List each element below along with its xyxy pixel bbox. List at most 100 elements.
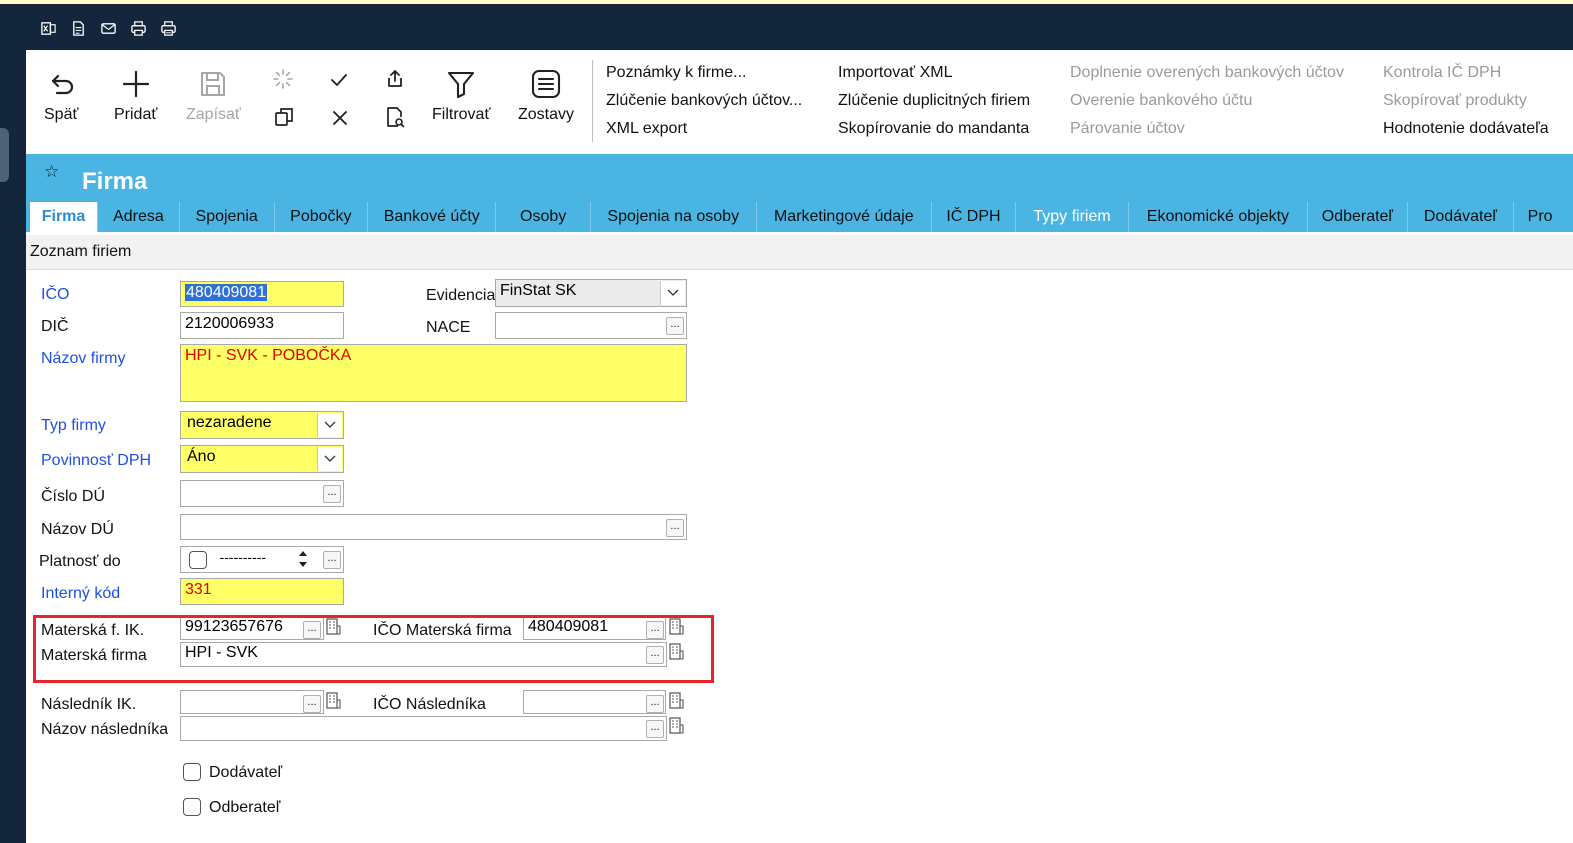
import-xml-link[interactable]: Importovať XML — [838, 64, 952, 82]
typ-firmy-select[interactable]: nezaradene — [180, 411, 344, 439]
ribbon-toolbar: Späť Pridať Zapísať Filtrovať Zostavy Po… — [26, 50, 1573, 154]
tab-pro[interactable]: Pro — [1514, 202, 1573, 232]
highlight-annotation-box — [33, 615, 714, 683]
dic-input[interactable]: 2120006933 — [180, 312, 344, 339]
cislo-du-browse-button[interactable]: ... — [323, 485, 341, 503]
ico-naslednika-browse-button[interactable]: ... — [646, 695, 664, 713]
plus-icon — [122, 70, 149, 98]
duplicate-icon[interactable] — [273, 106, 295, 128]
list-report-icon — [531, 69, 561, 99]
chevron-down-icon — [660, 281, 685, 305]
filter-button[interactable]: Filtrovať — [432, 68, 490, 124]
naslednik-ik-label: Následník IK. — [41, 696, 137, 713]
back-button[interactable]: Späť — [44, 68, 78, 124]
copy-to-mandant-link[interactable]: Skopírovanie do mandanta — [838, 120, 1029, 138]
document-icon[interactable] — [66, 16, 90, 40]
side-collapse-handle[interactable] — [0, 128, 9, 182]
platnost-do-label: Platnosť do — [39, 553, 121, 570]
verify-bank-account-link[interactable]: Overenie bankového účtu — [1070, 92, 1252, 110]
share-icon[interactable] — [384, 68, 406, 90]
nazov-du-input[interactable] — [180, 514, 687, 540]
naslednik-ik-browse-button[interactable]: ... — [303, 695, 321, 713]
close-icon[interactable] — [329, 107, 351, 129]
nace-input[interactable] — [495, 312, 687, 339]
nazov-naslednika-label: Názov následníka — [41, 721, 169, 738]
reports-button[interactable]: Zostavy — [518, 68, 574, 124]
interny-kod-input[interactable]: 331 — [180, 578, 344, 605]
dic-label: DIČ — [41, 318, 69, 335]
cislo-du-label: Číslo DÚ — [41, 488, 106, 505]
tab-ic-dph[interactable]: IČ DPH — [932, 202, 1016, 232]
pair-accounts-link[interactable]: Párovanie účtov — [1070, 120, 1185, 138]
favorite-star-icon[interactable]: ☆ — [44, 162, 59, 182]
document-search-icon[interactable] — [384, 106, 406, 128]
check-vat-link[interactable]: Kontrola IČ DPH — [1383, 64, 1501, 82]
tab-spojenia[interactable]: Spojenia — [180, 202, 275, 232]
print-preview-icon[interactable] — [156, 16, 180, 40]
building-icon[interactable] — [668, 691, 684, 709]
ribbon-separator — [592, 60, 593, 142]
spinner-arrows-icon[interactable] — [297, 548, 309, 570]
main-panel: Späť Pridať Zapísať Filtrovať Zostavy Po… — [26, 50, 1573, 843]
evidencia-select[interactable]: FinStat SK — [495, 279, 687, 307]
tab-pobocky[interactable]: Pobočky — [275, 202, 369, 232]
tab-typy-firiem[interactable]: Typy firiem — [1016, 202, 1130, 232]
cislo-du-input[interactable] — [180, 480, 344, 507]
nazov-naslednika-input[interactable] — [180, 716, 667, 741]
undo-arrow-icon — [52, 74, 74, 95]
check-icon[interactable] — [328, 69, 350, 91]
nazov-du-browse-button[interactable]: ... — [666, 519, 684, 537]
form-header: ☆ Firma — [26, 154, 1573, 202]
list-title: Zoznam firiem — [30, 243, 132, 260]
print-icon[interactable] — [126, 16, 150, 40]
filter-label: Filtrovať — [432, 106, 491, 123]
tab-odberatel[interactable]: Odberateľ — [1308, 202, 1409, 232]
tab-bankove-ucty[interactable]: Bankové účty — [368, 202, 497, 232]
xml-export-link[interactable]: XML export — [606, 120, 687, 138]
add-button[interactable]: Pridať — [114, 68, 157, 124]
povinnost-dph-value: Áno — [187, 448, 216, 465]
fill-verified-bank-link[interactable]: Doplnenie overených bankových účtov — [1070, 64, 1344, 82]
nazov-naslednika-browse-button[interactable]: ... — [646, 720, 664, 738]
tab-marketingove-udaje[interactable]: Marketingové údaje — [757, 202, 933, 232]
merge-bank-accounts-link[interactable]: Zlúčenie bankových účtov... — [606, 92, 802, 110]
nace-label: NACE — [426, 319, 471, 336]
back-label: Späť — [44, 106, 79, 123]
evidencia-label: Evidencia — [426, 287, 496, 304]
merge-duplicates-link[interactable]: Zlúčenie duplicitných firiem — [838, 92, 1030, 110]
ico-naslednika-input[interactable] — [523, 690, 666, 714]
nace-browse-button[interactable]: ... — [666, 317, 684, 335]
nazov-firmy-textarea[interactable]: HPI - SVK - POBOČKA — [180, 344, 687, 402]
typ-firmy-value: nezaradene — [187, 414, 272, 431]
rate-supplier-link[interactable]: Hodnotenie dodávateľa — [1383, 120, 1549, 138]
refresh-spinner-icon[interactable] — [272, 68, 294, 90]
save-button[interactable]: Zapísať — [186, 68, 241, 124]
chevron-down-icon — [317, 447, 342, 471]
building-icon[interactable] — [325, 691, 341, 709]
reports-label: Zostavy — [518, 106, 575, 123]
odberatel-checkbox[interactable] — [183, 798, 201, 816]
building-icon[interactable] — [668, 716, 684, 734]
floppy-disk-icon — [201, 72, 226, 96]
platnost-do-value: ---------- — [219, 549, 267, 565]
dodavatel-checkbox[interactable] — [183, 763, 201, 781]
tab-adresa[interactable]: Adresa — [98, 202, 180, 232]
excel-export-icon[interactable] — [36, 16, 60, 40]
dodavatel-checkbox-label: Dodávateľ — [209, 764, 283, 781]
tab-spojenia-na-osoby[interactable]: Spojenia na osoby — [591, 202, 757, 232]
ico-input[interactable]: 480409081 — [180, 281, 344, 307]
odberatel-checkbox-label: Odberateľ — [209, 799, 281, 816]
tab-osoby[interactable]: Osoby — [496, 202, 591, 232]
notes-link[interactable]: Poznámky k firme... — [606, 64, 746, 82]
platnost-do-checkbox[interactable] — [189, 551, 207, 569]
povinnost-dph-select[interactable]: Áno — [180, 445, 344, 473]
mail-icon[interactable] — [96, 16, 120, 40]
copy-products-link[interactable]: Skopírovať produkty — [1383, 92, 1527, 110]
tab-ekonomicke-objekty[interactable]: Ekonomické objekty — [1129, 202, 1308, 232]
platnost-do-browse-button[interactable]: ... — [323, 551, 341, 569]
interny-kod-label: Interný kód — [41, 585, 121, 602]
typ-firmy-label: Typ firmy — [41, 417, 106, 434]
quick-toolbar — [36, 16, 180, 40]
tab-dodavatel[interactable]: Dodávateľ — [1408, 202, 1514, 232]
tab-firma[interactable]: Firma — [30, 202, 99, 232]
